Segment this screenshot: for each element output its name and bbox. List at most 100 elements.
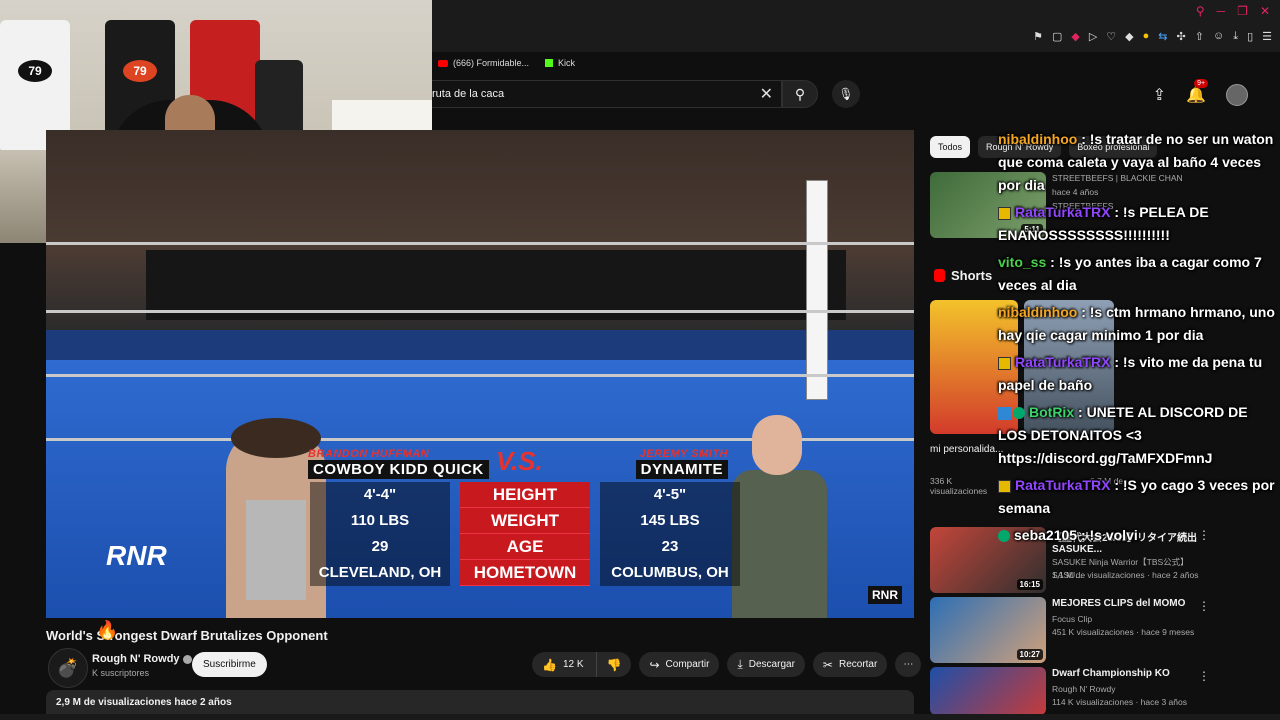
heart-icon[interactable]: ♡ [1106,30,1116,43]
menu-icon[interactable]: ☰ [1262,30,1272,43]
channel-avatar[interactable]: 💣 [48,648,88,688]
short-title: mi personalida... [930,444,1004,455]
rec-title[interactable]: MEJORES CLIPS del MOMO [1052,598,1202,609]
subscriber-badge-icon [998,206,1011,220]
channel-name[interactable]: Rough N' Rowdy [92,653,192,665]
search-icon[interactable]: ⚲ [1196,4,1205,18]
right-height: 4'-5" [600,482,740,508]
play-icon[interactable]: ▷ [1089,30,1097,43]
share-button[interactable]: ↪ Compartir [639,652,720,677]
right-weight: 145 LBS [600,508,740,534]
chat-username: BotRix [1029,404,1075,420]
stream-chat-overlay: nibaldinhoo : !s tratar de no ser un wat… [998,128,1280,551]
thumbs-down-icon: 👎 [606,657,622,672]
download-label: Descargar [748,659,795,670]
ring-rope [46,242,914,245]
view-count-date: 2,9 M de visualizaciones hace 2 años [56,697,232,708]
subscriber-badge-icon [998,479,1011,493]
voice-search-button[interactable]: 🎙 [832,80,860,108]
left-fighter-realname: BRANDON HUFFMAN [308,448,430,460]
vs-label: V.S. [496,446,543,476]
chat-username: RataTurkaTRX [1015,204,1111,220]
shorts-section-title: Shorts [934,268,992,283]
label-height: HEIGHT [460,482,590,508]
like-dislike-group: 👍 12 K 👎 [532,652,632,677]
fighter-right [732,415,827,618]
tab-icon[interactable]: ▢ [1052,30,1062,43]
subscriber-badge-icon [998,356,1011,370]
dislike-button[interactable]: 👎 [596,652,632,677]
notifications-button[interactable]: 🔔 9+ [1186,79,1209,105]
right-fighter-name: JEREMY SMITH DYNAMITE [635,448,728,479]
clip-label: Recortar [838,659,878,670]
search-button[interactable]: ⚲ [782,80,818,108]
shorts-icon [934,269,945,282]
left-age: 29 [310,534,450,560]
account-avatar[interactable] [1226,84,1248,106]
share-icon[interactable]: ⇧ [1195,30,1204,43]
video-player[interactable]: BRANDON HUFFMAN COWBOY KIDD QUICK V.S. J… [46,130,914,618]
profile-icon[interactable]: ☺ [1213,30,1224,43]
search-icon: ⚲ [794,85,806,102]
download-button[interactable]: ⤓ Descargar [727,652,805,677]
rec-title[interactable]: Dwarf Championship KO [1052,668,1202,679]
color-icon[interactable]: ● [1143,30,1150,43]
minimize-icon[interactable]: ─ [1217,4,1226,18]
tale-of-the-tape: BRANDON HUFFMAN COWBOY KIDD QUICK V.S. J… [308,446,740,588]
chat-username: vito_ss [998,254,1047,270]
extension-toolbar: ⚑ ▢ ◆ ▷ ♡ ◆ ● ⇆ ✣ ⇧ ☺ ⤓ ▯ ☰ [1033,30,1272,43]
clip-button[interactable]: ✂ Recortar [812,652,888,677]
close-icon[interactable]: ✕ [1260,4,1270,18]
restore-icon[interactable]: ❐ [1237,4,1248,18]
ring-post [806,180,828,400]
fighter-head [752,415,802,475]
upload-icon[interactable]: ⇪ [1153,85,1166,105]
rec-meta: 114 K visualizaciones · hace 3 años [1052,697,1187,707]
bookmark-youtube[interactable]: (666) Formidable... [438,58,529,68]
more-options-icon[interactable]: ⋮ [1198,599,1210,613]
translate-icon[interactable]: ⇆ [1158,30,1167,43]
like-count: 12 K [562,659,584,670]
download-icon[interactable]: ⤓ [1233,30,1238,43]
chip-all[interactable]: Todos [930,136,971,158]
scissors-icon: ✂ [822,657,833,672]
more-icon: ⋯ [903,659,914,670]
chat-message: nibaldinhoo : !s tratar de no ser un wat… [998,128,1280,197]
rec-thumbnail[interactable]: 10:27 [930,597,1046,663]
window-controls: ⚲ ─ ❐ ✕ [1196,4,1270,18]
bookmark-kick[interactable]: Kick [545,58,575,68]
search-query: ruta de la caca [432,88,505,100]
left-fighter-nickname: COWBOY KIDD QUICK [308,460,489,479]
bookmark-label: (666) Formidable... [453,58,530,68]
video-duration: 16:15 [1016,579,1043,590]
more-options-icon[interactable]: ⋮ [1198,669,1210,683]
header-actions: ⇪ 🔔 9+ [1153,79,1248,106]
shield-icon[interactable]: ◆ [1071,30,1079,43]
extension-icon[interactable]: ◆ [1125,30,1133,43]
rec-channel: Focus Clip [1052,614,1093,624]
search-input[interactable]: ruta de la caca ✕ [432,80,782,108]
rec-meta: 451 K visualizaciones · hace 9 meses [1052,627,1195,637]
left-height: 4'-4" [310,482,450,508]
browser-titlebar: ⚲ ─ ❐ ✕ ⚑ ▢ ◆ ▷ ♡ ◆ ● ⇆ ✣ ⇧ ☺ ⤓ ▯ ☰ [432,0,1280,52]
subscriber-count: K suscriptores [92,668,150,678]
ring-rope [46,310,914,313]
rec-channel: Rough N' Rowdy [1052,684,1116,694]
like-button[interactable]: 👍 12 K [532,652,597,677]
rnr-watermark: RNR [868,586,902,604]
puzzle-icon[interactable]: ✣ [1177,30,1186,43]
right-fighter-realname: JEREMY SMITH [639,448,728,460]
bookmark-icon[interactable]: ⚑ [1033,30,1043,43]
video-title: World's Strongest Dwarf Brutalizes Oppon… [46,628,328,643]
right-stats: 4'-5" 145 LBS 23 COLUMBUS, OH [600,482,740,586]
shorts-label: Shorts [951,268,993,283]
fighter-hoodie [732,470,827,618]
right-fighter-nickname: DYNAMITE [635,460,728,479]
sidebar-icon[interactable]: ▯ [1247,30,1253,43]
bell-icon: 🔔 [1186,87,1206,104]
rec-thumbnail[interactable] [930,667,1046,715]
more-actions-button[interactable]: ⋯ [895,652,922,677]
clear-search-icon[interactable]: ✕ [760,84,773,104]
subscribe-button[interactable]: Suscribirme [192,652,267,677]
label-hometown: HOMETOWN [460,560,590,586]
